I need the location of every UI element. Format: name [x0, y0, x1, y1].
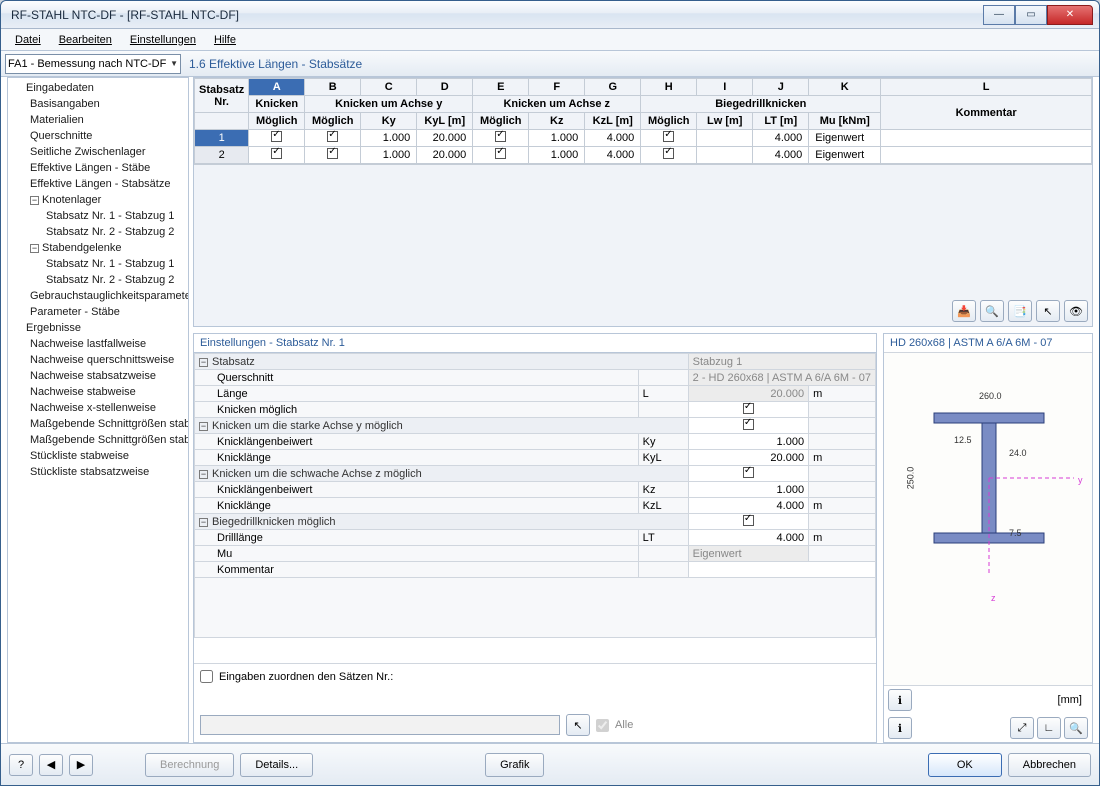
- maximize-button[interactable]: ▭: [1015, 5, 1047, 25]
- load-case-dropdown[interactable]: FA1 - Bemessung nach NTC-DF: [5, 54, 181, 74]
- assign-label: Eingaben zuordnen den Sätzen Nr.:: [219, 671, 393, 683]
- tree-nw-xstellen[interactable]: Nachweise x-stellenweise: [8, 400, 188, 416]
- tree-knotenlager[interactable]: −Knotenlager: [8, 192, 188, 208]
- checkbox-icon[interactable]: [327, 148, 338, 159]
- menu-help[interactable]: Hilfe: [206, 32, 244, 48]
- alle-label: Alle: [615, 719, 633, 731]
- checkbox-icon[interactable]: [271, 131, 282, 142]
- settings-title: Einstellungen - Stabsatz Nr. 1: [194, 334, 876, 353]
- tree-querschnitte[interactable]: Querschnitte: [8, 128, 188, 144]
- assign-checkbox[interactable]: [200, 670, 213, 683]
- tree-ergebnisse[interactable]: Ergebnisse: [8, 320, 188, 336]
- checkbox-icon[interactable]: [663, 148, 674, 159]
- tree-stabendgelenke[interactable]: −Stabendgelenke: [8, 240, 188, 256]
- navigation-tree[interactable]: Eingabedaten Basisangaben Materialien Qu…: [7, 77, 189, 743]
- tree-nw-lastfall[interactable]: Nachweise lastfallweise: [8, 336, 188, 352]
- menu-file[interactable]: Datei: [7, 32, 49, 48]
- menu-edit[interactable]: Bearbeiten: [51, 32, 120, 48]
- view-icon[interactable]: 👁: [1064, 300, 1088, 322]
- zoom-icon[interactable]: 🔍: [1064, 717, 1088, 739]
- tree-nw-stab[interactable]: Nachweise stabweise: [8, 384, 188, 400]
- help-icon[interactable]: ?: [9, 754, 33, 776]
- close-button[interactable]: ✕: [1047, 5, 1093, 25]
- tree-stabend-1[interactable]: Stabsatz Nr. 1 - Stabzug 1: [8, 256, 188, 272]
- axis-icon[interactable]: ⤢: [1010, 717, 1034, 739]
- checkbox-icon[interactable]: [495, 131, 506, 142]
- checkbox-icon[interactable]: [495, 148, 506, 159]
- ok-button[interactable]: OK: [928, 753, 1002, 777]
- tree-stabend-2[interactable]: Stabsatz Nr. 2 - Stabzug 2: [8, 272, 188, 288]
- grafik-button[interactable]: Grafik: [485, 753, 544, 777]
- next-icon[interactable]: ▶: [69, 754, 93, 776]
- checkbox-icon[interactable]: [743, 403, 754, 414]
- tree-seitliche[interactable]: Seitliche Zwischenlager: [8, 144, 188, 160]
- data-grid[interactable]: StabsatzNr. A B C D E F G H I J K L: [193, 77, 1093, 327]
- tree-mass-stab[interactable]: Maßgebende Schnittgrößen stabweise: [8, 416, 188, 432]
- minimize-button[interactable]: —: [983, 5, 1015, 25]
- tree-nw-stabsatz[interactable]: Nachweise stabsatzweise: [8, 368, 188, 384]
- angle-icon[interactable]: ∟: [1037, 717, 1061, 739]
- checkbox-icon[interactable]: [327, 131, 338, 142]
- tree-basisangaben[interactable]: Basisangaben: [8, 96, 188, 112]
- checkbox-icon[interactable]: [743, 467, 754, 478]
- assign-input[interactable]: [200, 715, 560, 735]
- checkbox-icon[interactable]: [663, 131, 674, 142]
- settings-panel: Einstellungen - Stabsatz Nr. 1 −Stabsatz…: [193, 333, 877, 743]
- info-icon[interactable]: ℹ: [888, 689, 912, 711]
- window-title: RF-STAHL NTC-DF - [RF-STAHL NTC-DF]: [7, 8, 983, 22]
- section-preview: HD 260x68 | ASTM A 6/A 6M - 07 260.0 12.…: [883, 333, 1093, 743]
- tree-stueck-stab[interactable]: Stückliste stabweise: [8, 448, 188, 464]
- berechnung-button: Berechnung: [145, 753, 234, 777]
- sort-icon[interactable]: 📥: [952, 300, 976, 322]
- filter-icon[interactable]: 🔍: [980, 300, 1004, 322]
- tree-eff-stabsaetze[interactable]: Effektive Längen - Stabsätze: [8, 176, 188, 192]
- section-heading: 1.6 Effektive Längen - Stabsätze: [181, 57, 1095, 71]
- tree-eingabedaten[interactable]: Eingabedaten: [8, 80, 188, 96]
- details-button[interactable]: Details...: [240, 753, 313, 777]
- info2-icon[interactable]: ℹ: [888, 717, 912, 739]
- pick-sets-icon[interactable]: ↖: [566, 714, 590, 736]
- tree-stueck-stabsatz[interactable]: Stückliste stabsatzweise: [8, 464, 188, 480]
- checkbox-icon[interactable]: [271, 148, 282, 159]
- preview-title: HD 260x68 | ASTM A 6/A 6M - 07: [884, 334, 1092, 353]
- tree-gebrauchs[interactable]: Gebrauchstauglichkeitsparameter: [8, 288, 188, 304]
- tree-materialien[interactable]: Materialien: [8, 112, 188, 128]
- tree-param-staebe[interactable]: Parameter - Stäbe: [8, 304, 188, 320]
- menubar: Datei Bearbeiten Einstellungen Hilfe: [1, 29, 1099, 51]
- tree-knotenlager-1[interactable]: Stabsatz Nr. 1 - Stabzug 1: [8, 208, 188, 224]
- tree-eff-staebe[interactable]: Effektive Längen - Stäbe: [8, 160, 188, 176]
- tree-nw-querschnitt[interactable]: Nachweise querschnittsweise: [8, 352, 188, 368]
- table-row[interactable]: 2 1.000 20.000 1.000 4.000 4.000 Eigenwe…: [195, 147, 1092, 164]
- table-row[interactable]: 1 1.000 20.000 1.000 4.000 4.000 Eigenwe…: [195, 130, 1092, 147]
- preview-unit: [mm]: [1058, 694, 1082, 706]
- tree-knotenlager-2[interactable]: Stabsatz Nr. 2 - Stabzug 2: [8, 224, 188, 240]
- prev-icon[interactable]: ◀: [39, 754, 63, 776]
- pick-icon[interactable]: 📑: [1008, 300, 1032, 322]
- titlebar: RF-STAHL NTC-DF - [RF-STAHL NTC-DF] — ▭ …: [1, 1, 1099, 29]
- tree-mass-stabsatz[interactable]: Maßgebende Schnittgrößen stabsatzweise: [8, 432, 188, 448]
- checkbox-icon[interactable]: [743, 419, 754, 430]
- alle-checkbox: [596, 719, 609, 732]
- select-icon[interactable]: ↖: [1036, 300, 1060, 322]
- ibeam-icon: [914, 403, 1074, 573]
- checkbox-icon[interactable]: [743, 515, 754, 526]
- abbrechen-button[interactable]: Abbrechen: [1008, 753, 1091, 777]
- menu-settings[interactable]: Einstellungen: [122, 32, 204, 48]
